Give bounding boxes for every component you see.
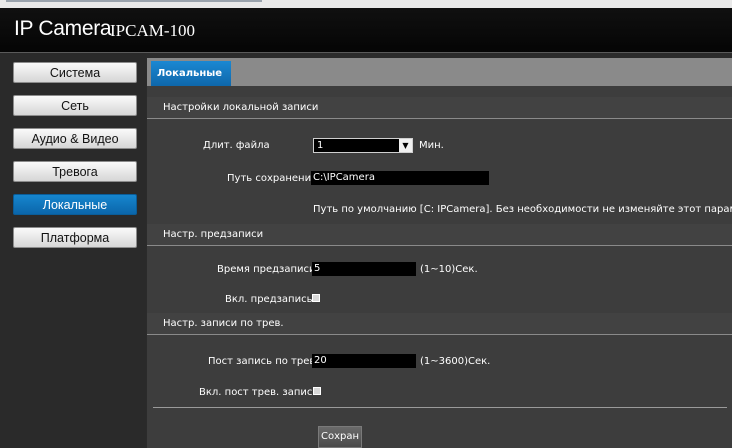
sidebar-item-local[interactable]: Локальные [13, 194, 137, 215]
sidebar-item-alarm[interactable]: Тревога [13, 161, 137, 182]
prerecord-time-label: Время предзаписи: [217, 264, 319, 275]
sidebar-item-audio-video[interactable]: Аудио & Видео [13, 128, 137, 149]
sidebar-item-network[interactable]: Сеть [13, 95, 137, 116]
post-alarm-enable-checkbox[interactable] [313, 387, 321, 395]
save-path-label: Путь сохранения: [227, 173, 321, 184]
prerecord-enable-checkbox[interactable] [312, 294, 320, 302]
prerecord-time-range: (1~10)Сек. [420, 264, 478, 275]
section-local-recording: Настройки локальной записи [147, 97, 732, 119]
form-divider [153, 407, 727, 408]
model-name: IPCAM-100 [110, 21, 196, 40]
post-alarm-time-label: Пост запись по трев. [208, 356, 319, 367]
post-alarm-enable-label: Вкл. пост трев. запись [199, 387, 319, 398]
brand-title: IP Camera [14, 17, 112, 40]
post-alarm-time-input[interactable]: 20 [312, 354, 416, 368]
post-alarm-time-range: (1~3600)Сек. [420, 356, 491, 367]
save-button[interactable]: Сохран [318, 426, 362, 448]
content-panel: Локальные Настройки локальной записи Дли… [147, 58, 732, 448]
sidebar-item-platform[interactable]: Платформа [13, 227, 137, 248]
file-length-unit: Мин. [419, 140, 444, 151]
file-length-select[interactable]: 1 ▼ [313, 138, 413, 153]
tab-bar: Локальные [147, 58, 732, 86]
sidebar: Система Сеть Аудио & Видео Тревога Локал… [0, 53, 146, 448]
file-length-label: Длит. файла [203, 140, 270, 151]
section-alarm-recording: Настр. записи по трев. [147, 313, 732, 335]
save-path-input[interactable]: C:\IPCamera [311, 171, 489, 185]
prerecord-time-input[interactable]: 5 [312, 262, 416, 276]
top-strip-mark [6, 0, 262, 2]
chevron-down-icon[interactable]: ▼ [399, 139, 412, 152]
tab-local[interactable]: Локальные [151, 61, 231, 86]
browser-top-strip [0, 0, 732, 8]
save-path-hint: Путь по умолчанию [C: IPCamera]. Без нео… [313, 204, 732, 215]
app-header: IP Camera IPCAM-100 [0, 8, 732, 53]
prerecord-enable-label: Вкл. предзапись: [225, 294, 316, 305]
section-prerecord: Настр. предзаписи [147, 224, 732, 246]
file-length-value: 1 [317, 140, 324, 151]
sidebar-item-system[interactable]: Система [13, 62, 137, 83]
